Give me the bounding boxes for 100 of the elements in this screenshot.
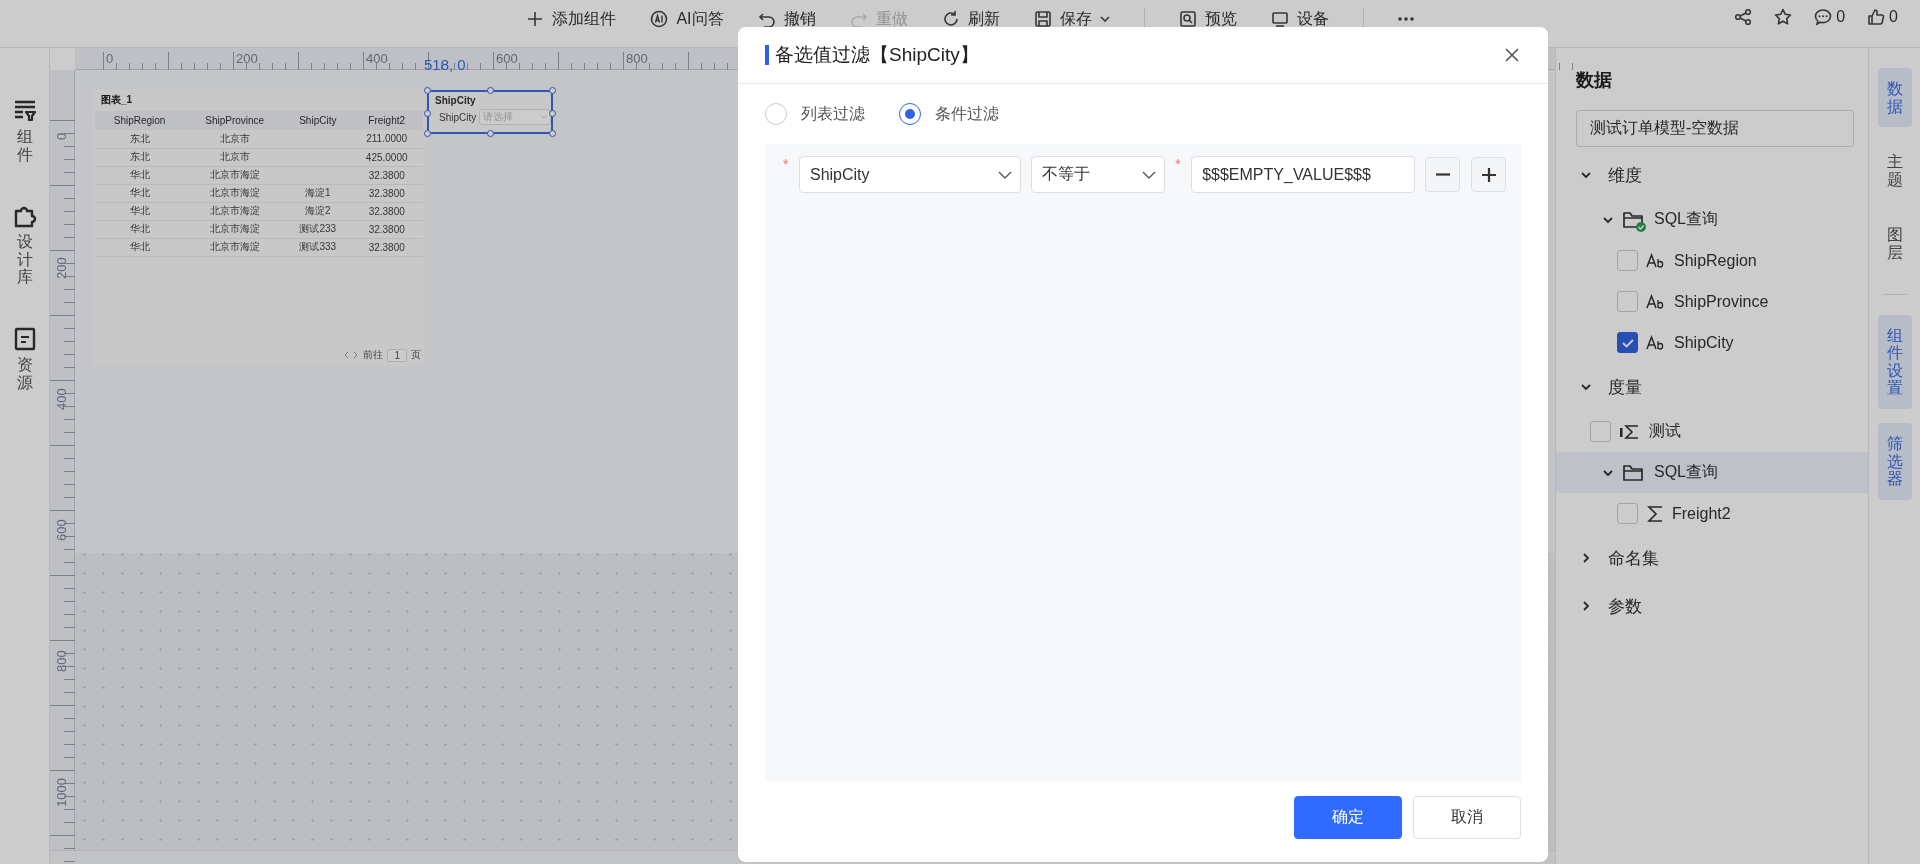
- table-cell: 32.3800: [350, 202, 423, 220]
- floppy-icon: [1033, 10, 1052, 28]
- table-cell: 北京市: [184, 148, 286, 166]
- close-icon: [1504, 47, 1520, 63]
- confirm-button[interactable]: 确定: [1294, 796, 1402, 839]
- cancel-button[interactable]: 取消: [1413, 796, 1521, 839]
- section-label[interactable]: 维度: [1608, 163, 1642, 187]
- resize-handle[interactable]: [487, 87, 494, 94]
- toolbar-button[interactable]: 保存: [1033, 10, 1110, 28]
- resize-handle[interactable]: [487, 130, 494, 137]
- nav-tab[interactable]: 组件: [11, 98, 38, 164]
- plus-icon: [526, 10, 545, 28]
- table-cell: 测试333: [285, 238, 351, 256]
- like-button[interactable]: 0: [1867, 8, 1898, 26]
- checkbox[interactable]: [1617, 332, 1638, 353]
- table-cell: 海淀2: [285, 202, 351, 220]
- minus-icon: [1434, 173, 1451, 176]
- ai-circle-icon: [650, 10, 669, 28]
- table-cell: 32.3800: [350, 184, 423, 202]
- resize-handle[interactable]: [549, 110, 556, 117]
- table-cell: 北京市海淀: [184, 184, 286, 202]
- prev-icon[interactable]: [343, 351, 350, 359]
- chevron-right-icon[interactable]: [1580, 600, 1592, 612]
- field-label: ShipProvince: [1674, 292, 1769, 311]
- chevron-down-icon[interactable]: [1580, 381, 1592, 393]
- resize-handle[interactable]: [549, 87, 556, 94]
- more-icon: [1397, 17, 1414, 21]
- chevron-down-icon[interactable]: [1580, 169, 1592, 181]
- more-button[interactable]: [1397, 17, 1414, 21]
- ruler-label: 200: [236, 51, 258, 66]
- table-cell: 北京市海淀: [184, 166, 286, 184]
- plus-icon: [1480, 166, 1497, 183]
- page-field[interactable]: 1: [387, 348, 407, 362]
- required-mark: *: [783, 156, 789, 172]
- thumbs-up-icon: [1867, 8, 1886, 26]
- section-label[interactable]: 度量: [1608, 375, 1642, 399]
- toolbar-button[interactable]: AI问答: [650, 10, 724, 28]
- chevron-right-icon[interactable]: [1580, 552, 1592, 564]
- preview-icon: [1178, 10, 1197, 28]
- side-tab[interactable]: 主题: [1877, 141, 1912, 201]
- toolbar-button[interactable]: 撤销: [757, 10, 816, 28]
- text-type-icon: [1646, 334, 1666, 351]
- column-header: Freight2: [350, 111, 423, 130]
- folder-row[interactable]: SQL查询: [1556, 199, 1868, 240]
- resize-handle[interactable]: [424, 87, 431, 94]
- text-type-icon: [1646, 252, 1666, 269]
- radio-option[interactable]: 列表过滤: [765, 103, 865, 125]
- section-label[interactable]: 命名集: [1608, 546, 1659, 570]
- nav-tab[interactable]: 资源: [11, 325, 38, 392]
- field-label: ShipCity: [439, 111, 477, 123]
- resize-handle[interactable]: [424, 130, 431, 137]
- share-button[interactable]: [1734, 8, 1753, 26]
- table-cell: 测试233: [285, 220, 351, 238]
- column-header: ShipCity: [285, 111, 351, 130]
- table-cell: 211.0000: [350, 130, 423, 148]
- field-label: ShipRegion: [1674, 251, 1757, 270]
- ruler-label: 800: [626, 51, 648, 66]
- star-button[interactable]: [1774, 8, 1793, 26]
- remove-button[interactable]: [1425, 157, 1461, 192]
- table-cell: 425.0000: [350, 148, 423, 166]
- widget-title: ShipCity: [434, 94, 477, 108]
- ruler-label: 0: [54, 132, 69, 140]
- table-cell: 华北: [95, 238, 185, 256]
- comment-button[interactable]: 0: [1814, 8, 1846, 26]
- operator-select[interactable]: 不等于: [1031, 156, 1166, 193]
- toolbar-button[interactable]: 添加组件: [526, 10, 617, 28]
- toolbar-button[interactable]: 设备: [1270, 10, 1329, 28]
- table-cell: 32.3800: [350, 220, 423, 238]
- table-cell: 华北: [95, 184, 185, 202]
- toolbar-button[interactable]: 预览: [1178, 10, 1237, 28]
- table-cell: 北京市: [184, 130, 286, 148]
- folder-row[interactable]: SQL查询: [1556, 452, 1868, 493]
- side-tab[interactable]: 数据: [1877, 68, 1912, 128]
- table-cell: 北京市海淀: [184, 202, 286, 220]
- next-icon[interactable]: [353, 351, 360, 359]
- table-cell: 东北: [95, 148, 185, 166]
- ruler-label: 1000: [54, 778, 69, 807]
- add-button[interactable]: [1471, 157, 1506, 192]
- text-type-icon: [1646, 293, 1666, 310]
- field-label: Freight2: [1672, 504, 1731, 523]
- panel-title: 数据: [1576, 69, 1613, 92]
- column-header: ShipProvince: [184, 111, 286, 130]
- resize-handle[interactable]: [424, 110, 431, 117]
- resize-handle[interactable]: [549, 130, 556, 137]
- pager-label: 前往: [363, 348, 384, 362]
- field-select[interactable]: ShipCity: [799, 156, 1022, 193]
- side-tab[interactable]: 组件设置: [1877, 314, 1912, 409]
- table-cell: 华北: [95, 202, 185, 220]
- table-cell: 北京市海淀: [184, 238, 286, 256]
- value-field[interactable]: $$$EMPTY_VALUE$$$: [1191, 156, 1416, 193]
- pager-label: 页: [411, 348, 421, 362]
- side-tab[interactable]: 图层: [1877, 214, 1912, 274]
- radio-option[interactable]: 条件过滤: [899, 103, 999, 125]
- ruler-label: 600: [54, 519, 69, 541]
- nav-tab[interactable]: 设计库: [11, 203, 38, 286]
- toolbar-button[interactable]: 刷新: [941, 10, 1000, 28]
- ruler-label: 400: [366, 51, 388, 66]
- side-tab[interactable]: 筛选器: [1877, 422, 1912, 500]
- model-select[interactable]: 测试订单模型-空数据: [1576, 110, 1854, 147]
- section-label[interactable]: 参数: [1608, 594, 1642, 618]
